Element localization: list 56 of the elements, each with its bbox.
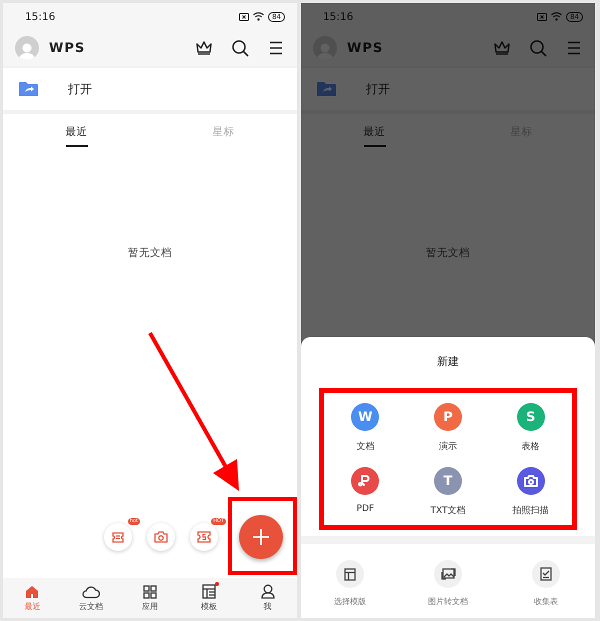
extra-item[interactable]: 选择模版 (301, 560, 399, 618)
folder-icon (317, 81, 336, 97)
clipboard-icon (540, 567, 552, 581)
open-row[interactable]: 打开 (3, 68, 297, 110)
quick-action-button[interactable] (190, 523, 218, 551)
new-item[interactable]: P 演示 (406, 403, 490, 453)
cloud-icon (82, 584, 100, 598)
template-icon (202, 584, 216, 599)
sheet-title: 新建 (436, 354, 460, 370)
new-item[interactable]: S 表格 (489, 403, 572, 453)
plus-icon (252, 528, 270, 546)
new-item[interactable]: PDF (324, 467, 407, 517)
new-item[interactable]: 拍照扫描 (489, 467, 572, 517)
sim-icon (239, 12, 250, 20)
open-label: 打开 (366, 80, 390, 98)
empty-message: 暂无文档 (426, 246, 470, 260)
app-letter: W (358, 410, 372, 424)
quick-action-button[interactable] (104, 523, 132, 551)
extra-item[interactable]: 图片转文档 (399, 560, 497, 618)
pdf-icon (358, 474, 372, 488)
camera-icon (524, 475, 538, 487)
camera-icon (154, 531, 168, 543)
tab[interactable]: 最近 (3, 114, 150, 150)
person-icon (260, 584, 275, 599)
new-item[interactable]: T TXT文档 (406, 467, 490, 517)
app-letter: P (443, 410, 453, 424)
wifi-icon (551, 12, 562, 21)
nav-item[interactable]: 模板 (179, 578, 238, 618)
nav-item[interactable]: 应用 (120, 578, 180, 618)
new-item[interactable]: W 文档 (324, 403, 407, 453)
nav-item[interactable]: 云文档 (62, 578, 121, 618)
app-logo: WPS (347, 40, 384, 56)
nav-item[interactable]: 我 (238, 578, 297, 618)
status-time: 15:16 (25, 10, 56, 22)
extra-item[interactable]: 收集表 (497, 560, 595, 618)
grid-icon (142, 584, 157, 598)
status-time: 15:16 (323, 10, 354, 22)
menu-icon[interactable] (269, 41, 283, 55)
ticket-icon (111, 531, 125, 543)
search-icon[interactable] (232, 40, 249, 56)
app-letter: T (444, 474, 452, 488)
sim-icon (537, 12, 548, 20)
quick-action-button[interactable] (147, 523, 175, 551)
open-label: 打开 (68, 80, 92, 98)
empty-message: 暂无文档 (128, 246, 172, 260)
app-logo: WPS (49, 40, 86, 56)
folder-icon (19, 81, 38, 97)
coupon-icon (197, 531, 211, 543)
image-icon (440, 568, 456, 580)
crown-icon[interactable] (196, 41, 212, 55)
nav-item[interactable]: 最近 (3, 578, 62, 618)
template-icon (344, 568, 356, 580)
home-icon (25, 584, 40, 598)
app-letter: S (526, 410, 536, 424)
wifi-icon (253, 12, 264, 21)
add-button[interactable] (239, 515, 283, 559)
